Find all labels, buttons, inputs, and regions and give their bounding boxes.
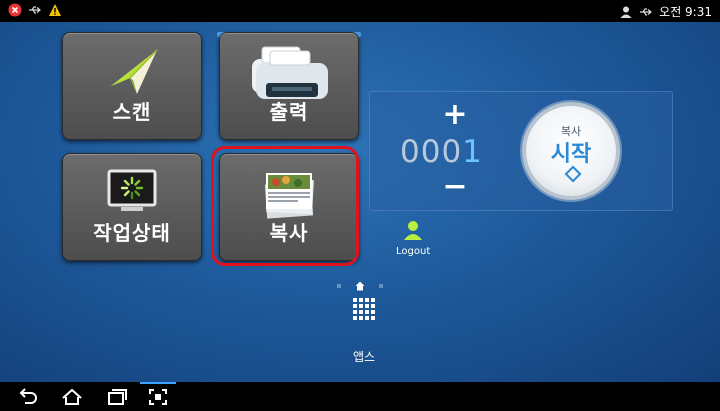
quantity-decrease-button[interactable]: − xyxy=(440,172,470,202)
printer-icon xyxy=(220,41,358,103)
copy-quantity-prefix: 000 xyxy=(400,134,463,170)
copy-label: 복사 xyxy=(269,221,309,245)
user-icon xyxy=(620,6,632,18)
logout-label: Logout xyxy=(396,246,431,257)
print-tile[interactable]: 출력 xyxy=(219,32,359,140)
logout-user-icon xyxy=(404,221,422,240)
document-stack-icon xyxy=(220,162,358,224)
error-icon xyxy=(8,3,22,17)
home-screen: 스캔 출력 작업상태 복사 + 0001 − 복사 시작 Logout 앱스 xyxy=(0,22,720,382)
status-right: 오전 9:31 xyxy=(619,3,712,20)
scan-label: 스캔 xyxy=(112,100,152,124)
apps-button[interactable]: 앱스 xyxy=(344,298,384,365)
apps-grid-icon xyxy=(353,298,375,320)
home-page-icon xyxy=(355,281,365,291)
screen: 오전 9:31 스캔 출력 작업상태 복사 + 0001 − 복사 시작 Log… xyxy=(0,0,720,411)
logout-button[interactable]: Logout xyxy=(396,220,430,257)
start-diamond-icon xyxy=(564,165,582,183)
status-bar: 오전 9:31 xyxy=(0,0,720,22)
nav-active-indicator xyxy=(140,382,176,384)
apps-label: 앱스 xyxy=(352,350,376,364)
home-icon[interactable] xyxy=(60,386,84,408)
copy-panel: + 0001 − 복사 시작 xyxy=(369,91,673,211)
copy-quantity-last-digit: 1 xyxy=(462,134,483,170)
usb-icon xyxy=(640,7,653,16)
job-status-label: 작업상태 xyxy=(93,221,171,245)
status-time: 오전 9:31 xyxy=(659,5,712,19)
print-label: 출력 xyxy=(269,100,309,124)
copy-tile[interactable]: 복사 xyxy=(219,153,359,261)
quantity-increase-button[interactable]: + xyxy=(440,100,470,130)
back-icon[interactable] xyxy=(16,386,40,408)
paper-plane-icon xyxy=(63,41,201,103)
navigation-bar xyxy=(0,382,720,411)
scan-tile[interactable]: 스캔 xyxy=(62,32,202,140)
warning-icon xyxy=(49,4,61,16)
copy-quantity: 0001 xyxy=(400,134,483,170)
recent-apps-icon[interactable] xyxy=(104,386,128,408)
page-dot xyxy=(337,284,341,288)
job-status-tile[interactable]: 작업상태 xyxy=(62,153,202,261)
usb-icon xyxy=(29,6,41,14)
copy-start-button[interactable]: 복사 시작 xyxy=(522,102,620,200)
start-button-label: 시작 xyxy=(550,142,592,167)
status-left xyxy=(8,3,62,17)
screenshot-icon[interactable] xyxy=(146,386,170,408)
page-indicator xyxy=(337,281,383,291)
page-dot xyxy=(379,284,383,288)
monitor-loading-icon xyxy=(63,162,201,224)
